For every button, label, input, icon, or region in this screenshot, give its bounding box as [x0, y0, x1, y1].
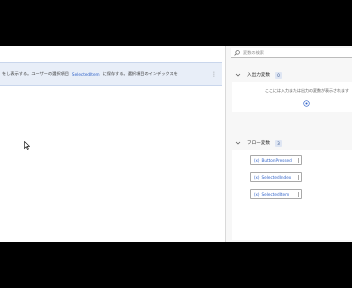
action-description-rest: に保存する。選択項目のインデックスを: [102, 71, 178, 76]
flow-designer-canvas[interactable]: をし表示する。ユーザーの選択項目 SelectedItem に保存する。選択項目…: [0, 46, 226, 242]
action-variable-token[interactable]: SelectedItem: [72, 72, 100, 77]
flow-variable-buttonpressed[interactable]: (x) ButtonPressed: [250, 155, 302, 165]
variable-icon: (x): [254, 157, 260, 163]
variable-icon: (x): [254, 191, 260, 197]
search-icon: [234, 49, 240, 56]
action-description: をし表示する。ユーザーの選択項目: [2, 71, 69, 76]
app-window: をし表示する。ユーザーの選択項目 SelectedItem に保存する。選択項目…: [0, 46, 352, 242]
action-row-display-list[interactable]: をし表示する。ユーザーの選択項目 SelectedItem に保存する。選択項目…: [0, 62, 222, 86]
io-variables-title: 入出力変数: [247, 73, 270, 78]
flow-variables-header[interactable]: フロー変数 3: [232, 136, 352, 150]
mouse-cursor-icon: [24, 141, 30, 150]
variable-search-box[interactable]: 変数の検索: [231, 48, 352, 58]
flow-variables-title: フロー変数: [247, 141, 270, 146]
io-variables-section: 入出力変数 0 ここには入力または出力の変数が表示されます: [232, 68, 352, 112]
flow-variable-selectedindex[interactable]: (x) SelectedIndex: [250, 172, 302, 182]
flow-variables-count: 3: [274, 139, 282, 147]
more-options-button[interactable]: ⋮: [211, 71, 217, 78]
chevron-down-icon[interactable]: [235, 72, 241, 78]
io-variables-header[interactable]: 入出力変数 0: [232, 68, 352, 82]
io-variables-count: 0: [274, 71, 282, 79]
add-variable-icon[interactable]: [303, 100, 310, 107]
variable-icon: (x): [254, 174, 260, 180]
variable-name: SelectedIndex: [261, 174, 292, 180]
search-placeholder: 変数の検索: [243, 49, 264, 55]
io-empty-message: ここには入力または出力の変数が表示されます: [265, 88, 349, 93]
variable-name: ButtonPressed: [261, 157, 292, 163]
flow-variable-selecteditem[interactable]: (x) SelectedItem: [250, 189, 302, 199]
chevron-down-icon[interactable]: [235, 140, 241, 146]
flow-variables-list: (x) ButtonPressed (x) SelectedIndex (x) …: [250, 155, 302, 206]
variable-name: SelectedItem: [261, 191, 290, 197]
variables-pane: 変数の検索 入出力変数 0 ここには入力または出力の変数が表示されます フロー変…: [226, 46, 352, 242]
flow-variables-section: フロー変数 3 (x) ButtonPressed (x) SelectedIn…: [232, 136, 352, 240]
